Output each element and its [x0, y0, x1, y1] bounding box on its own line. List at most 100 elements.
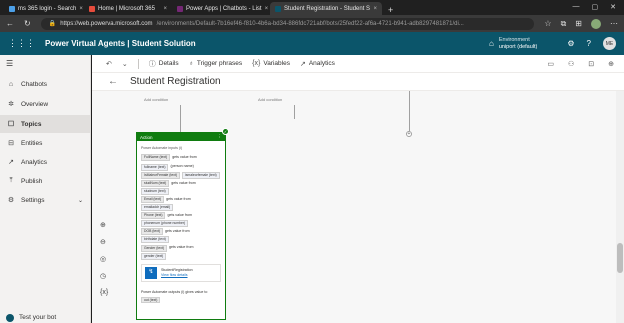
profile-avatar[interactable] — [591, 18, 601, 29]
browser-tab-student-registration[interactable]: Student Registration - Student S × — [270, 2, 382, 15]
analytics-button[interactable]: ↗ Analytics — [300, 60, 335, 68]
close-tab-icon[interactable]: × — [373, 6, 377, 12]
chevron-down-icon: ⌄ — [121, 60, 128, 68]
scrollbar-thumb[interactable] — [617, 243, 623, 273]
variable-chip[interactable]: birthdate (text) — [141, 236, 169, 244]
help-icon[interactable]: ? — [587, 39, 591, 48]
sidebar-item-entities[interactable]: ⊟ Entities — [0, 134, 91, 152]
close-tab-icon[interactable]: × — [163, 6, 167, 12]
connector-line — [294, 105, 295, 119]
param-chip: Email (text) — [141, 195, 165, 203]
more-options-icon[interactable]: ⊕ — [608, 60, 614, 68]
test-your-bot-button[interactable]: Test your bot — [0, 312, 91, 323]
variable-chip[interactable]: emailaddr (email) — [141, 204, 174, 212]
vertical-scrollbar[interactable] — [616, 91, 624, 323]
back-icon[interactable]: ← — [6, 19, 14, 28]
user-avatar[interactable]: ME — [603, 37, 616, 50]
new-tab-button[interactable]: + — [382, 5, 399, 15]
browser-tab-powerapps[interactable]: Power Apps | Chatbots - List × — [172, 2, 270, 15]
add-condition-link[interactable]: Add condition — [258, 97, 282, 102]
browser-tab-bar: ms 365 login - Search × Home | Microsoft… — [0, 0, 624, 15]
variable-chip[interactable]: gender (text) — [141, 252, 167, 260]
undo-button[interactable]: ↶ — [106, 60, 112, 68]
browser-tab-m365[interactable]: Home | Microsoft 365 × — [84, 2, 172, 15]
param-label: gets value from — [171, 180, 196, 185]
zoom-out-icon[interactable]: ⊖ — [100, 238, 108, 246]
details-button[interactable]: ⓘ Details — [149, 59, 179, 69]
add-condition-link[interactable]: Add condition — [144, 97, 168, 102]
star-icon[interactable]: ☆ — [544, 19, 551, 28]
extensions-icon[interactable]: ⊞ — [575, 19, 582, 28]
action-header: Action ⋮ — [137, 133, 225, 141]
sidebar-item-topics[interactable]: ☐ Topics — [0, 115, 91, 133]
more-icon[interactable]: ⋯ — [610, 19, 618, 28]
zoom-in-icon[interactable]: ⊕ — [100, 221, 108, 229]
back-arrow-icon[interactable]: ← — [108, 76, 118, 87]
close-tab-icon[interactable]: × — [265, 6, 269, 12]
variables-button[interactable]: {x} Variables — [252, 60, 290, 67]
input-param: Gender (text) gets value from — [141, 243, 221, 252]
address-bar[interactable]: 🔒 https://web.powerva.microsoft.com/envi… — [40, 17, 535, 30]
variable-chip[interactable]: fullname (text) — [141, 163, 169, 171]
view-flow-link[interactable]: View flow details — [161, 273, 193, 278]
settings-gear-icon[interactable]: ⚙ — [567, 39, 574, 48]
input-param: gender (text) — [141, 252, 221, 260]
fit-to-screen-icon[interactable]: ◎ — [100, 255, 108, 263]
save-icon[interactable]: ⊡ — [588, 60, 594, 68]
sidebar-item-overview[interactable]: ✲ Overview — [0, 95, 91, 113]
test-bot-label: Test your bot — [19, 314, 57, 321]
maximize-icon[interactable]: ▢ — [592, 3, 599, 11]
hamburger-icon[interactable]: ☰ — [6, 59, 13, 68]
variable-chip[interactable]: ismaleorfemale (text) — [181, 171, 220, 179]
variable-chip[interactable]: studnum (text) — [141, 187, 169, 195]
output-chip[interactable]: out (text) — [141, 296, 161, 303]
param-label: gets value from — [168, 245, 194, 250]
flow-name: StudentRegistration — [161, 267, 193, 272]
browser-tab-search[interactable]: ms 365 login - Search × — [4, 2, 84, 15]
param-chip: Phone (text) — [141, 212, 166, 220]
variable-chip[interactable]: phonenum (phone number) — [141, 220, 189, 228]
browser-toolbar: ← ↻ 🔒 https://web.powerva.microsoft.com /… — [0, 15, 624, 32]
bing-icon — [9, 5, 15, 12]
outputs-section: Power Automate outputs (i) gives value t… — [141, 288, 221, 304]
environment-picker[interactable]: ⌂ Environment uniport (default) — [489, 37, 537, 51]
input-param: FullName (text) gets value from — [141, 153, 221, 162]
outputs-label: Power Automate outputs (i) gives value t… — [141, 289, 208, 294]
environment-icon: ⌂ — [489, 39, 494, 48]
reset-zoom-icon[interactable]: ◷ — [100, 272, 108, 280]
sidebar-item-chatbots[interactable]: ⌂ Chatbots — [0, 75, 91, 93]
comment-icon[interactable]: ▭ — [547, 60, 554, 68]
authoring-canvas[interactable]: Add condition Add condition + ⊕ ⊖ ◎ ◷ {x… — [92, 91, 616, 323]
refresh-icon[interactable]: ↻ — [24, 19, 31, 28]
checker-icon[interactable]: ⚇ — [568, 60, 574, 68]
app-title: Power Virtual Agents | Student Solution — [45, 39, 196, 48]
sidebar-item-label: Overview — [21, 100, 49, 108]
input-param: DOB (text) gets value from — [141, 227, 221, 236]
param-label: gets value from — [172, 155, 197, 160]
trigger-phrases-button[interactable]: ♁ Trigger phrases — [189, 60, 243, 67]
close-tab-icon[interactable]: × — [79, 6, 83, 12]
connector-line — [180, 105, 181, 133]
tab-label: Student Registration - Student S — [284, 5, 371, 12]
param-chip: IsMaleorFemale (text) — [141, 171, 180, 179]
input-param: IsMaleorFemale (text) ismaleorfemale (te… — [141, 171, 221, 179]
input-param: phonenum (phone number) — [141, 220, 221, 228]
minimize-icon[interactable]: — — [573, 3, 580, 11]
action-node[interactable]: ✓ Action ⋮ Power Automate inputs (i) Ful… — [136, 128, 229, 320]
variables-panel-icon[interactable]: {x} — [100, 289, 108, 296]
app-header: ⋮⋮⋮ Power Virtual Agents | Student Solut… — [0, 32, 624, 55]
sidebar-item-settings[interactable]: ⚙ Settings ⌄ — [0, 191, 91, 209]
sidebar-item-label: Chatbots — [21, 80, 48, 88]
sidebar-item-publish[interactable]: ⤒ Publish — [0, 172, 91, 190]
add-node-icon[interactable]: + — [406, 131, 412, 137]
action-title: Action — [140, 134, 153, 140]
sidebar-item-analytics[interactable]: ↗ Analytics — [0, 153, 91, 171]
url-host: https://web.powerva.microsoft.com — [60, 20, 153, 27]
lightbulb-icon: ♁ — [188, 60, 194, 67]
collections-icon[interactable]: ⧉ — [561, 19, 567, 29]
app-launcher-icon[interactable]: ⋮⋮⋮ — [8, 38, 35, 49]
flow-reference[interactable]: ↯ StudentRegistration View flow details — [141, 263, 221, 282]
sidebar-item-label: Analytics — [21, 158, 48, 166]
redo-dropdown-button[interactable]: ⌄ — [122, 60, 128, 68]
close-window-icon[interactable]: ✕ — [610, 3, 616, 11]
